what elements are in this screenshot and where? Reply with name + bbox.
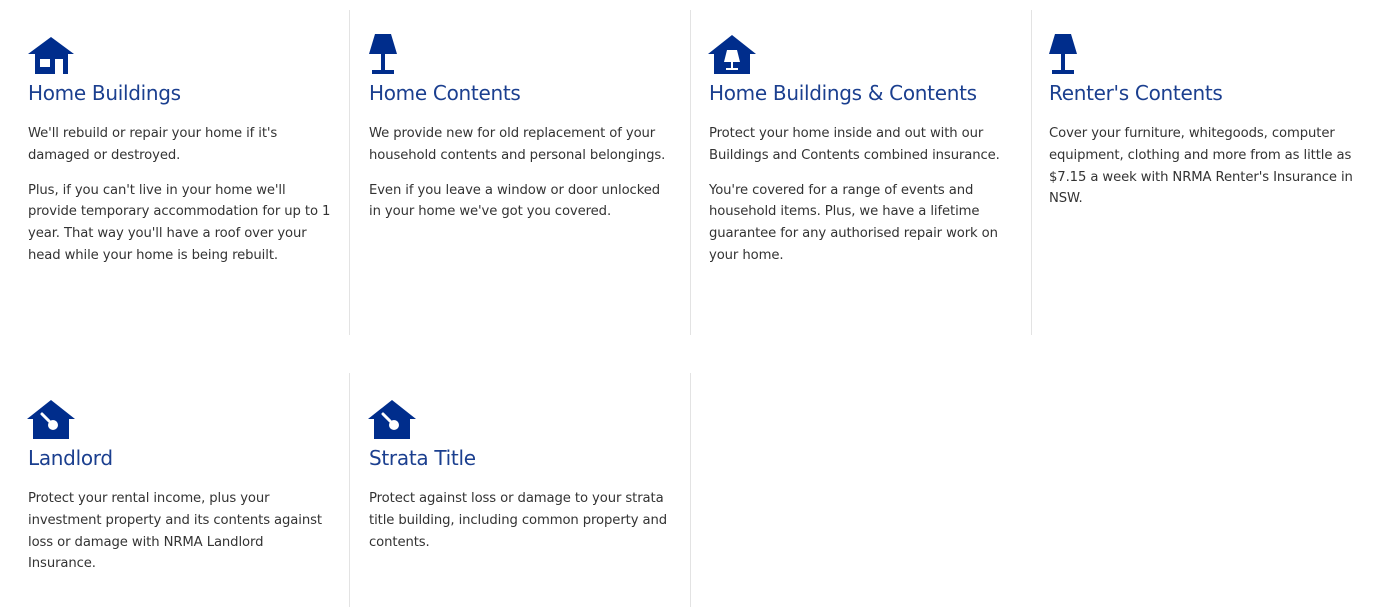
house-lamp-icon[interactable]: [708, 34, 758, 78]
house-icon[interactable]: [27, 34, 77, 78]
product-description: We'll rebuild or repair your home if it'…: [28, 126, 278, 163]
column-divider: [349, 10, 350, 335]
lamp-icon[interactable]: [368, 34, 418, 78]
product-title[interactable]: Landlord: [28, 445, 333, 471]
column-divider: [690, 373, 691, 607]
product-title[interactable]: Strata Title: [369, 445, 674, 471]
product-card-renters-contents: Renter's Contents Cover your furniture, …: [1049, 34, 1354, 210]
product-description: Cover your furniture, whitegoods, comput…: [1049, 126, 1353, 207]
column-divider: [690, 10, 691, 335]
product-card-strata-title: Strata Title Protect against loss or dam…: [368, 399, 674, 553]
product-title[interactable]: Renter's Contents: [1049, 80, 1354, 106]
product-title[interactable]: Home Buildings: [28, 80, 333, 106]
product-card-landlord: Landlord Protect your rental income, plu…: [27, 399, 333, 575]
product-description: Plus, if you can't live in your home we'…: [28, 182, 331, 263]
product-description: Protect your home inside and out with ou…: [709, 126, 1000, 163]
product-card-home-buildings-contents: Home Buildings & Contents Protect your h…: [708, 34, 1014, 267]
product-description: We provide new for old replacement of yo…: [369, 126, 666, 163]
column-divider: [1031, 10, 1032, 335]
product-description: Protect your rental income, plus your in…: [28, 491, 322, 572]
lamp-icon[interactable]: [1048, 34, 1098, 78]
product-title[interactable]: Home Buildings & Contents: [709, 80, 1014, 106]
house-key-icon[interactable]: [27, 399, 77, 443]
product-description: Even if you leave a window or door unloc…: [369, 182, 661, 220]
column-divider: [349, 373, 350, 607]
product-description: You're covered for a range of events and…: [709, 182, 998, 263]
product-title[interactable]: Home Contents: [369, 80, 674, 106]
product-card-home-buildings: Home Buildings We'll rebuild or repair y…: [28, 34, 333, 267]
product-description: Protect against loss or damage to your s…: [369, 491, 668, 550]
house-key-icon[interactable]: [368, 399, 418, 443]
product-card-home-contents: Home Contents We provide new for old rep…: [369, 34, 674, 223]
